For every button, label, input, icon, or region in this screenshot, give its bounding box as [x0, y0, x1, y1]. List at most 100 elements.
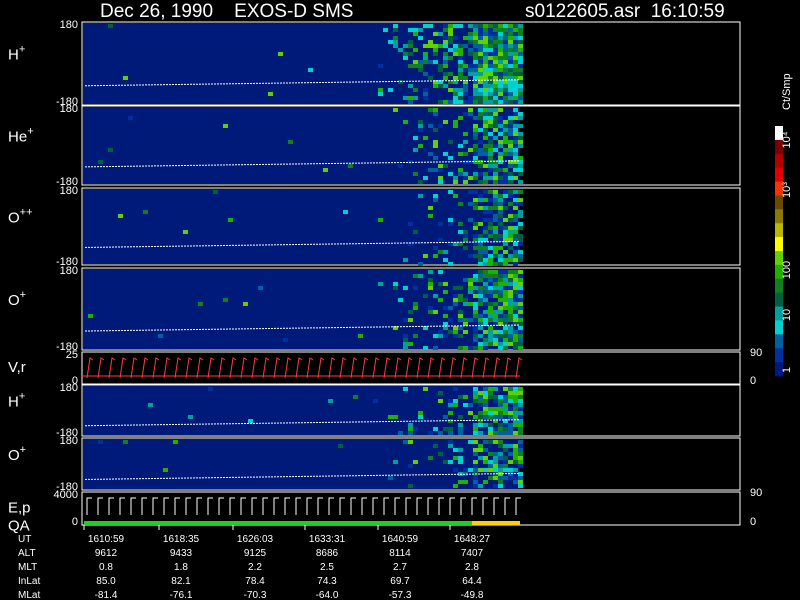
spectro-cell [438, 176, 443, 180]
axis-row-value: 2.8 [465, 562, 479, 573]
spectro-cell [453, 176, 458, 180]
spectro-cell [483, 180, 488, 184]
spectro-cell [413, 302, 418, 306]
spectro-cell [483, 294, 488, 298]
spectro-cell [488, 440, 493, 444]
spectro-cell [488, 318, 493, 322]
spectro-cell [498, 234, 503, 238]
spectro-cell [473, 68, 478, 72]
spectro-cell [473, 202, 478, 206]
spectro-cell [483, 391, 488, 395]
spectro-cell [513, 230, 518, 234]
spectro-cell [243, 302, 248, 306]
spectro-cell [483, 206, 488, 210]
spectro-cell [483, 286, 488, 290]
spectro-cell [493, 44, 498, 48]
spectro-cell [513, 112, 518, 116]
spectro-cell [448, 36, 453, 40]
spectro-cell [513, 198, 518, 202]
panels: H+180-180He+180-180O++180-180O+180-180V,… [8, 19, 762, 535]
spectro-cell [448, 190, 453, 194]
spectro-cell [513, 92, 518, 96]
spectro-cell [398, 298, 403, 302]
spectro-cell [503, 72, 508, 76]
spectro-cell [478, 160, 483, 164]
spectro-cell [488, 176, 493, 180]
spectro-cell [463, 302, 468, 306]
spectro-cell [388, 40, 393, 44]
spectro-cell [513, 28, 518, 32]
spectro-cell [473, 399, 478, 403]
spectro-cell [198, 302, 203, 306]
spectro-cell [458, 152, 463, 156]
spectro-cell [493, 108, 498, 112]
spectro-cell [493, 294, 498, 298]
spectro-cell [493, 330, 498, 334]
spectro-cell [498, 411, 503, 415]
spectro-cell [483, 128, 488, 132]
spectro-cell [498, 84, 503, 88]
spectro-cell [498, 262, 503, 266]
spectro-cell [493, 176, 498, 180]
spectro-cell [483, 52, 488, 56]
spectro-cell [483, 290, 488, 294]
spectro-cell [468, 32, 473, 36]
spectro-cell [413, 427, 418, 431]
spectro-cell [483, 44, 488, 48]
spectro-cell [518, 52, 523, 56]
spectro-cell [473, 76, 478, 80]
spectro-cell [468, 302, 473, 306]
colorbar-tick: 1 [781, 367, 793, 373]
spectro-cell [428, 306, 433, 310]
spectro-cell [498, 76, 503, 80]
colorbar-title: Ct/Smp [781, 73, 793, 110]
spectro-cell [488, 342, 493, 346]
spectro-cell [488, 156, 493, 160]
spectro-cell [498, 431, 503, 435]
spectro-cell [478, 262, 483, 266]
spectro-cell [498, 480, 503, 484]
spectro-cell [413, 172, 418, 176]
spectro-cell [268, 92, 273, 96]
spectro-cell [483, 120, 488, 124]
spectro-cell [463, 480, 468, 484]
spectro-cell [98, 160, 103, 164]
spectro-cell [498, 415, 503, 419]
qa-bar [84, 521, 474, 525]
spectro-cell [498, 194, 503, 198]
axis-row-value: 64.4 [462, 576, 482, 587]
spectro-cell [438, 222, 443, 226]
spectro-cell [478, 415, 483, 419]
spectro-cell [508, 318, 513, 322]
spectro-cell [518, 306, 523, 310]
spectro-cell [483, 270, 488, 274]
spectro-cell [493, 456, 498, 460]
spectro-cell [493, 56, 498, 60]
spectro-cell [493, 168, 498, 172]
spectro-cell [458, 222, 463, 226]
spectro-cell [513, 190, 518, 194]
spectro-cell [258, 286, 263, 290]
spectro-cell [408, 342, 413, 346]
spectro-cell [453, 120, 458, 124]
spectro-cell [508, 298, 513, 302]
spectro-cell [443, 314, 448, 318]
spectro-cell [513, 452, 518, 456]
spectro-cell [468, 202, 473, 206]
spectro-cell [483, 136, 488, 140]
spectro-cell [428, 108, 433, 112]
spectro-cell [378, 218, 383, 222]
spectro-cell [498, 176, 503, 180]
spectro-cell [453, 180, 458, 184]
spectro-cell [478, 24, 483, 28]
spectro-cell [513, 298, 518, 302]
spectro-cell [493, 64, 498, 68]
spectro-cell [473, 48, 478, 52]
spectro-cell [468, 190, 473, 194]
spectro-cell [488, 112, 493, 116]
spectro-cell [478, 419, 483, 423]
spectro-cell [508, 148, 513, 152]
spectro-cell [458, 44, 463, 48]
spectro-cell [403, 258, 408, 262]
spectro-cell [493, 254, 498, 258]
